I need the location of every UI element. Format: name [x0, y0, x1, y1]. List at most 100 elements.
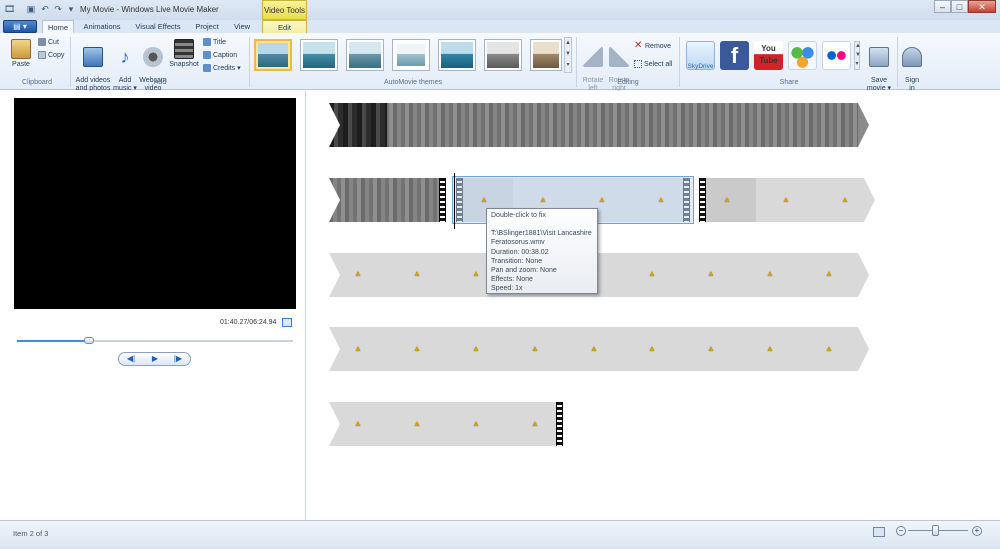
snapshot-button[interactable]: Snapshot: [168, 39, 200, 69]
tooltip-effects: Effects: None: [491, 276, 533, 284]
seek-progress: [17, 340, 89, 342]
user-icon: [902, 47, 922, 67]
tab-edit[interactable]: Edit: [262, 20, 307, 33]
remove-button[interactable]: ✕ Remove: [634, 40, 671, 52]
group-separator: [897, 37, 898, 87]
warning-icon: ▲: [354, 269, 362, 278]
theme-thumbnail[interactable]: [438, 39, 476, 71]
customize-quick-access[interactable]: ▾: [66, 4, 76, 14]
tooltip-duration: Duration: 00:38.02: [491, 248, 549, 256]
youtube-button[interactable]: You Tube: [754, 41, 783, 70]
app-icon: 🎞: [4, 4, 16, 14]
zoom-out-icon[interactable]: −: [896, 526, 906, 536]
clip-video-1[interactable]: [329, 178, 439, 222]
theme-thumbnail[interactable]: [254, 39, 292, 71]
maximize-button[interactable]: □: [951, 0, 968, 13]
tooltip-transition: Transition: None: [491, 257, 543, 265]
next-frame-button[interactable]: |▶: [166, 353, 190, 365]
previous-frame-button[interactable]: ◀|: [119, 353, 143, 365]
rotate-left-icon: [583, 47, 603, 67]
undo-icon[interactable]: ↶: [40, 4, 50, 14]
snapshot-icon: [174, 39, 194, 59]
clip-missing-3[interactable]: [329, 402, 556, 446]
title-button[interactable]: Title: [203, 38, 226, 48]
credits-button[interactable]: Credits ▾: [203, 64, 241, 74]
warning-icon: ▲: [472, 419, 480, 428]
playhead[interactable]: [454, 173, 455, 229]
thumbnail-size-icon[interactable]: [873, 527, 885, 537]
copy-button[interactable]: Copy: [38, 51, 64, 61]
tab-home[interactable]: Home: [42, 20, 74, 33]
tooltip-speed: Speed: 1x: [491, 285, 523, 293]
warning-icon: ▲: [707, 344, 715, 353]
warning-icon: ▲: [413, 344, 421, 353]
play-button[interactable]: ▶: [143, 353, 167, 365]
minimize-button[interactable]: –: [934, 0, 951, 13]
warning-icon: ▲: [413, 419, 421, 428]
timecode: 01:40.27/06:24.94: [220, 319, 277, 326]
app-menu-button[interactable]: ▤ ▾: [3, 20, 37, 33]
warning-icon: ▲: [539, 195, 547, 204]
warning-icon: ▲: [413, 269, 421, 278]
paste-button[interactable]: Paste: [8, 39, 34, 69]
share-scroll[interactable]: ▲ ▼ ▾: [854, 41, 861, 70]
warning-icon: ▲: [766, 269, 774, 278]
warning-icon: ▲: [657, 195, 665, 204]
warning-icon: ▲: [354, 419, 362, 428]
group-separator: [70, 37, 71, 87]
clip-video-1[interactable]: [329, 103, 858, 147]
clip-tooltip: Double-click to fix T:\BSlinger1881\Visi…: [486, 208, 598, 294]
select-all-button[interactable]: Select all: [634, 60, 672, 70]
group-label-editing: Editing: [617, 79, 639, 86]
automovie-themes-gallery: [252, 37, 572, 75]
theme-thumbnail[interactable]: [530, 39, 562, 71]
window-title: My Movie - Windows Live Movie Maker: [80, 5, 219, 14]
warning-icon: ▲: [472, 344, 480, 353]
group-label-share: Share: [779, 79, 799, 86]
save-icon[interactable]: ▣: [26, 4, 36, 14]
facebook-icon[interactable]: f: [720, 41, 749, 70]
group-label-clipboard: Clipboard: [22, 79, 52, 86]
seek-thumb[interactable]: [83, 337, 94, 344]
theme-thumbnail[interactable]: [484, 39, 522, 71]
clip-end-marker: [556, 402, 563, 446]
copy-icon: [38, 51, 46, 60]
tab-visual-effects[interactable]: Visual Effects: [130, 20, 186, 33]
remove-x-icon: ✕: [634, 40, 643, 52]
tooltip-pan-zoom: Pan and zoom: None: [491, 267, 557, 275]
warning-icon: ▲: [531, 419, 539, 428]
gallery-scroll[interactable]: ▲ ▼ ▾: [564, 37, 572, 73]
tab-view[interactable]: View: [228, 20, 256, 33]
status-bar: [0, 520, 1000, 549]
flickr-icon[interactable]: [822, 41, 851, 70]
fullscreen-icon[interactable]: [282, 318, 292, 327]
skydrive-button[interactable]: SkyDrive: [686, 41, 715, 70]
warning-icon: ▲: [841, 195, 849, 204]
tooltip-fix-hint: Double-click to fix: [491, 212, 546, 219]
skydrive-label: SkyDrive: [687, 63, 714, 70]
warning-icon: ▲: [723, 195, 731, 204]
zoom-in-icon[interactable]: +: [972, 526, 982, 536]
cut-button[interactable]: Cut: [38, 38, 59, 48]
warning-icon: ▲: [648, 344, 656, 353]
redo-icon[interactable]: ↷: [53, 4, 63, 14]
preview-monitor[interactable]: [14, 98, 296, 309]
warning-icon: ▲: [354, 344, 362, 353]
theme-thumbnail[interactable]: [300, 39, 338, 71]
group-separator: [249, 37, 250, 87]
select-all-icon: [634, 60, 642, 69]
video-tools-context-label: Video Tools: [262, 0, 307, 20]
messenger-icon[interactable]: [788, 41, 817, 70]
music-note-icon: ♪: [120, 47, 130, 67]
warning-icon: ▲: [782, 195, 790, 204]
warning-icon: ▲: [825, 344, 833, 353]
caption-button[interactable]: Caption: [203, 51, 237, 61]
theme-thumbnail[interactable]: [346, 39, 384, 71]
close-button[interactable]: ✕: [968, 0, 996, 13]
row-continuation-arrow: [858, 103, 869, 147]
zoom-slider-thumb[interactable]: [932, 525, 939, 536]
sign-in-button[interactable]: Sign in: [900, 39, 924, 93]
tab-animations[interactable]: Animations: [80, 20, 124, 33]
theme-thumbnail[interactable]: [392, 39, 430, 71]
tab-project[interactable]: Project: [190, 20, 224, 33]
